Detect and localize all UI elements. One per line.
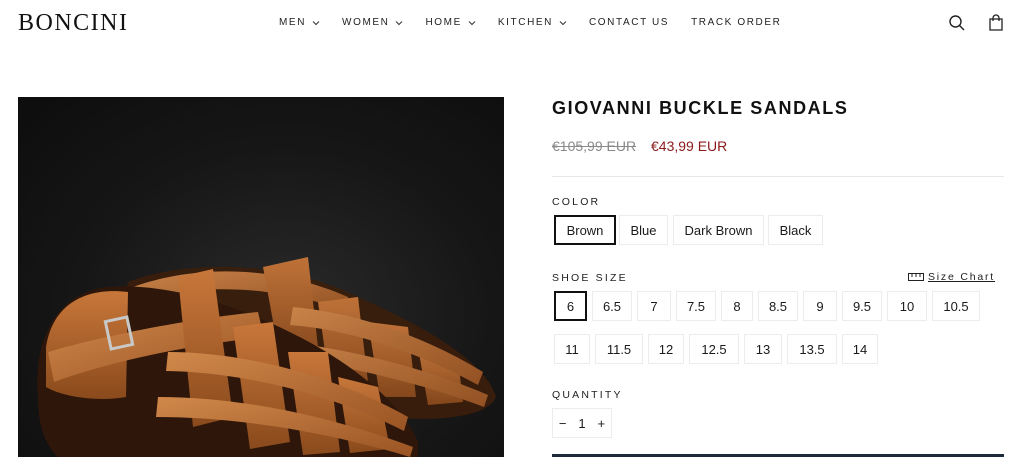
brand-logo[interactable]: BONCINI xyxy=(18,10,129,37)
size-option[interactable]: 8.5 xyxy=(758,291,798,321)
color-option-black[interactable]: Black xyxy=(768,215,823,245)
search-icon[interactable] xyxy=(948,14,966,32)
size-option[interactable]: 10 xyxy=(887,291,927,321)
price-original: €105,99 EUR xyxy=(552,138,637,154)
nav-item-women[interactable]: WOMEN xyxy=(342,17,403,28)
color-option-brown[interactable]: Brown xyxy=(554,215,616,245)
quantity-decrease-button[interactable]: − xyxy=(559,416,567,431)
size-option[interactable]: 11 xyxy=(554,334,590,364)
main-nav: MEN WOMEN HOME KITCHEN CONTACT US TRACK … xyxy=(279,17,803,28)
quantity-value[interactable]: 1 xyxy=(578,416,585,431)
chevron-down-icon xyxy=(559,20,567,25)
size-option[interactable]: 12.5 xyxy=(689,334,739,364)
site-header: BONCINI MEN WOMEN HOME KITCHEN CONTACT U… xyxy=(0,0,1024,48)
quantity-increase-button[interactable]: + xyxy=(597,416,605,431)
cart-icon[interactable] xyxy=(987,14,1005,32)
nav-item-kitchen[interactable]: KITCHEN xyxy=(498,17,567,28)
quantity-label: QUANTITY xyxy=(552,389,623,401)
size-option[interactable]: 9.5 xyxy=(842,291,882,321)
price-sale: €43,99 EUR xyxy=(651,138,728,154)
size-chart-link[interactable]: Size Chart xyxy=(908,271,995,283)
size-option[interactable]: 13 xyxy=(744,334,782,364)
divider xyxy=(552,176,1004,177)
size-option[interactable]: 6 xyxy=(554,291,587,321)
shoe-size-label: SHOE SIZE xyxy=(552,272,628,284)
quantity-stepper: − 1 + xyxy=(552,408,612,438)
sandal-photo xyxy=(37,257,497,457)
size-option[interactable]: 8 xyxy=(721,291,753,321)
size-option[interactable]: 10.5 xyxy=(932,291,980,321)
size-chart-label: Size Chart xyxy=(928,271,996,283)
nav-label: CONTACT US xyxy=(588,17,670,28)
chevron-down-icon xyxy=(396,20,403,25)
color-option-blue[interactable]: Blue xyxy=(619,215,668,245)
nav-item-track-order[interactable]: TRACK ORDER xyxy=(691,17,781,28)
size-option[interactable]: 7 xyxy=(637,291,671,321)
color-label: COLOR xyxy=(552,196,601,208)
ruler-icon xyxy=(908,273,924,281)
nav-item-contact-us[interactable]: CONTACT US xyxy=(589,17,669,28)
size-option[interactable]: 14 xyxy=(842,334,878,364)
size-option[interactable]: 13.5 xyxy=(787,334,837,364)
product-image[interactable] xyxy=(18,97,504,457)
color-option-dark-brown[interactable]: Dark Brown xyxy=(673,215,764,245)
nav-label: HOME xyxy=(425,17,462,28)
size-option[interactable]: 11.5 xyxy=(595,334,643,364)
nav-label: TRACK ORDER xyxy=(691,17,782,28)
nav-label: MEN xyxy=(279,17,307,28)
product-title: GIOVANNI BUCKLE SANDALS xyxy=(552,98,849,118)
size-option[interactable]: 9 xyxy=(803,291,837,321)
nav-label: WOMEN xyxy=(342,17,390,28)
nav-item-men[interactable]: MEN xyxy=(279,17,320,28)
nav-item-home[interactable]: HOME xyxy=(425,17,476,28)
size-option[interactable]: 12 xyxy=(648,334,684,364)
nav-label: KITCHEN xyxy=(497,17,553,28)
size-option[interactable]: 6.5 xyxy=(592,291,632,321)
chevron-down-icon xyxy=(468,20,476,25)
chevron-down-icon xyxy=(312,20,320,25)
size-option[interactable]: 7.5 xyxy=(676,291,716,321)
